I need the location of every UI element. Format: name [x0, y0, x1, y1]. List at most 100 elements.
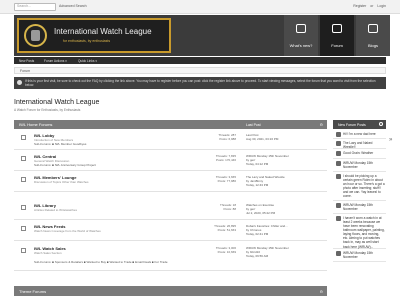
- category-header: IWL Home Forums Last Post ⊖: [14, 120, 327, 129]
- forum-stats: Threads: 26,895 Posts: 51,663: [202, 224, 236, 232]
- forum-last-post[interactable]: Dubai's Favorites: Chiller and... by Chro…: [246, 224, 324, 236]
- post-count: Posts: 51,663: [217, 228, 236, 233]
- sidebar-post[interactable]: I haven't worn a watch in at least 2 wee…: [333, 214, 386, 249]
- watch-emblem-icon: [24, 24, 47, 47]
- sidebar-post[interactable]: Hi!! I'm a new dad here: [333, 130, 386, 139]
- sidebar-collapse-icon[interactable]: »: [389, 137, 392, 145]
- sidebar-post-text: The Lazy and Naked Wrestle!!: [343, 140, 373, 149]
- category-name[interactable]: Theme Forums: [19, 289, 46, 294]
- sidebar-post-text: I should be picking up a certain green R…: [343, 173, 385, 199]
- avatar: [336, 151, 341, 156]
- last-post-line: Jul 2, 2020, 05:22 PM: [246, 211, 276, 216]
- last-post-line: Today, 12:43 PM: [246, 183, 269, 188]
- forum-row: IWL Watch Sales Watch Sales Section Sub-…: [14, 243, 327, 271]
- search-input[interactable]: Search...: [14, 3, 56, 11]
- sidebar-new-posts: New Forum Posts Hi!! I'm a new dad here …: [333, 120, 386, 296]
- nav-whats-new[interactable]: What's new?: [284, 15, 318, 56]
- last-post-line: Aug 30, 2021, 03:16 PM: [246, 137, 279, 142]
- forum-icon: [332, 24, 342, 33]
- forum-subforums[interactable]: Sub-Forums: ■ IWL Member Goodbyes: [34, 142, 86, 147]
- theme-forums-header: Theme Forums ⊖: [14, 286, 327, 296]
- forum-status-icon: [21, 226, 26, 231]
- forum-description: Watch Sales Section: [34, 250, 62, 255]
- sidebar-post-text: I haven't worn a watch in at least 2 wee…: [343, 215, 385, 249]
- forum-status-icon: [21, 248, 26, 253]
- forum-status-icon: [21, 177, 26, 182]
- post-count: Posts: 88: [223, 207, 236, 212]
- or-text: or: [370, 4, 374, 8]
- forum-stats: Threads: 7,835 Posts: 170,446: [202, 154, 236, 162]
- forum-description: Watch News Coverage from the World of Wa…: [34, 228, 101, 233]
- logo-tagline: for enthusiasts, by enthusiasts: [63, 39, 111, 43]
- advanced-search-link[interactable]: Advanced Search: [59, 4, 87, 8]
- breadcrumb-forum[interactable]: Forum: [20, 69, 30, 73]
- forum-last-post[interactable]: WRUW Monday 15th November by gerr Today, 0…: [246, 154, 324, 166]
- forum-stats: Threads: 3,006 Posts: 10,669: [202, 246, 236, 254]
- forum-stats: Threads: 18 Posts: 88: [202, 203, 236, 211]
- sidebar-post-text: WRUW Monday 15th November: [343, 202, 373, 211]
- sidebar-post[interactable]: I should be picking up a certain green R…: [333, 172, 386, 201]
- sidebar-post[interactable]: WRUW Monday 15th November: [333, 249, 386, 262]
- avatar: [336, 132, 341, 137]
- logo-title: International Watch League: [54, 27, 152, 36]
- forum-subforums[interactable]: Sub-Forums: ■ Sponsors & Retailers ■ Wan…: [34, 260, 168, 265]
- sidebar-post[interactable]: WRUW Monday 15th November: [333, 159, 386, 172]
- forum-description: Discussion of Topics Other than Watches: [34, 179, 89, 184]
- forum-last-post[interactable]: The Lazy and Naked Wrestle by JamBinny Tod…: [246, 175, 324, 187]
- forum-stats: Threads: 287 Posts: 6,988: [202, 133, 236, 141]
- login-link[interactable]: Login: [377, 4, 386, 8]
- forum-last-post[interactable]: WRUW Monday 15th November by bbird10 Today…: [246, 246, 324, 258]
- collapse-icon[interactable]: ⊖: [320, 122, 323, 127]
- quick-links-menu[interactable]: Quick Links ▾: [78, 59, 97, 63]
- sidebar-post-text: Good Grain: Weather: [343, 150, 374, 155]
- info-icon: [17, 80, 22, 85]
- welcome-notice: If this is your first visit, be sure to …: [14, 77, 386, 89]
- breadcrumb: Forum: [14, 67, 386, 74]
- collapse-icon[interactable]: ⊖: [320, 289, 323, 294]
- post-count: Posts: 77,986: [217, 179, 236, 184]
- sidebar-post[interactable]: Good Grain: Weather: [333, 149, 386, 159]
- forum-row: IWL Lobby Introduction of New Members Su…: [14, 130, 327, 150]
- forum-description: Articles Related to Wristwatches: [34, 207, 77, 212]
- forum-status-icon: [21, 205, 26, 210]
- avatar: [336, 141, 341, 146]
- sidebar-post-text: WRUW Monday 15th November: [343, 250, 373, 259]
- eye-icon: [296, 24, 306, 33]
- forum-status-icon: [21, 135, 26, 140]
- top-bar: Search... Advanced Search Register or Logi…: [0, 0, 400, 14]
- sidebar-header: New Forum Posts: [333, 120, 386, 129]
- sidebar-post[interactable]: WRUW Monday 15th November: [333, 201, 386, 214]
- forum-row: IWL Library Articles Related to Wristwat…: [14, 200, 327, 220]
- sub-navigation: New Posts Forum Actions ▾ Quick Links ▾: [14, 57, 386, 64]
- chat-bubble-icon: [368, 24, 378, 33]
- nav-forum[interactable]: Forum: [320, 15, 354, 56]
- forum-actions-menu[interactable]: Forum Actions ▾: [44, 59, 67, 63]
- new-posts-link[interactable]: New Posts: [19, 59, 34, 63]
- last-post-line: Today, 02:41 PM: [246, 232, 269, 237]
- avatar: [336, 251, 341, 256]
- forum-subforums[interactable]: Sub-Forums: ■ IWL Anniversary Group Proj…: [34, 163, 96, 168]
- last-post-header: Last Post: [246, 122, 261, 127]
- nav-label: Forum: [331, 43, 343, 48]
- sidebar-post[interactable]: The Lazy and Naked Wrestle!!: [333, 139, 386, 149]
- forum-row: IWL Members' Lounge Discussion of Topics…: [14, 172, 327, 192]
- sidebar-post-text: Hi!! I'm a new dad here: [343, 131, 376, 136]
- nav-blogs[interactable]: Blogs: [356, 15, 390, 56]
- post-count: Posts: 10,669: [217, 250, 236, 255]
- post-count: Posts: 170,446: [215, 158, 236, 163]
- category-name[interactable]: IWL Home Forums: [19, 122, 52, 127]
- register-link[interactable]: Register: [353, 4, 366, 8]
- forum-row: IWL News Feeds Watch News Coverage from …: [14, 221, 327, 241]
- search-placeholder: Search...: [17, 4, 32, 8]
- avatar: [336, 216, 341, 221]
- last-post-line: Today, 04:12 PM: [246, 162, 269, 167]
- site-header: International Watch League for enthusias…: [14, 15, 390, 56]
- forum-last-post[interactable]: Last Post Aug 30, 2021, 03:16 PM: [246, 133, 324, 141]
- site-logo[interactable]: International Watch League for enthusias…: [17, 18, 171, 53]
- avatar: [336, 174, 341, 179]
- forum-status-icon: [21, 156, 26, 161]
- page-subtitle: A Watch Forum for Enthusiasts, by Enthus…: [14, 108, 81, 112]
- nav-label: Blogs: [367, 43, 378, 48]
- forum-last-post[interactable]: Watches on Exercise by gerr Jul 2, 2020, 0…: [246, 203, 324, 215]
- gear-icon[interactable]: [379, 122, 383, 126]
